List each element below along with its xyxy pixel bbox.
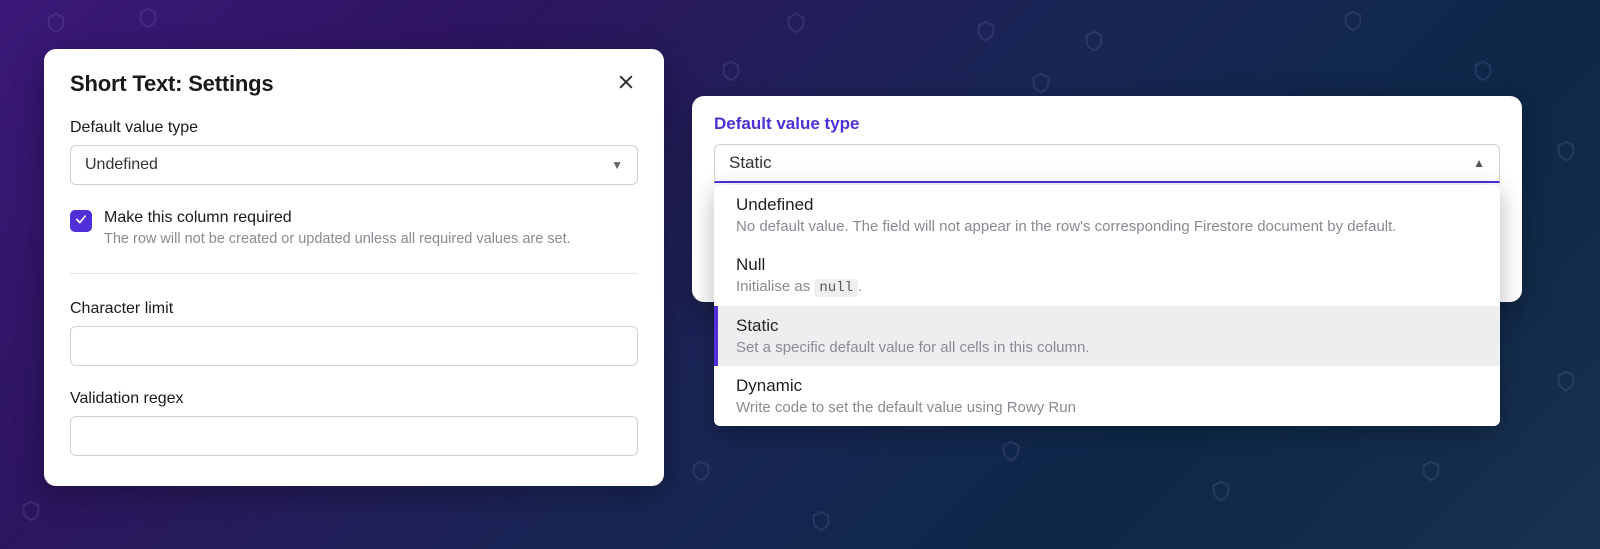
dialog-header: Short Text: Settings (70, 71, 638, 97)
validation-regex-input[interactable] (70, 416, 638, 456)
shield-icon (785, 12, 807, 34)
dropdown-option-title: Null (736, 255, 1482, 275)
dialog-title: Short Text: Settings (70, 71, 273, 97)
dropdown-menu: Undefined No default value. The field wil… (714, 185, 1500, 426)
shield-icon (1000, 440, 1022, 462)
default-value-type-label: Default value type (70, 119, 638, 137)
dropdown-option-description: Write code to set the default value usin… (736, 399, 1482, 416)
check-icon (74, 212, 88, 231)
dropdown-option-title: Dynamic (736, 376, 1482, 396)
shield-icon (1472, 60, 1494, 82)
shield-icon (810, 510, 832, 532)
shield-icon (690, 460, 712, 482)
shield-icon (720, 60, 742, 82)
character-limit-input[interactable] (70, 326, 638, 366)
dropdown-option-description: Initialise as null. (736, 278, 1482, 296)
dropdown-panel: Default value type Static ▲ Undefined No … (692, 96, 1522, 302)
shield-icon (1210, 480, 1232, 502)
dropdown-option[interactable]: Undefined No default value. The field wil… (714, 185, 1500, 245)
select-value: Undefined (85, 156, 158, 174)
validation-regex-label: Validation regex (70, 390, 638, 408)
dropdown-option-title: Undefined (736, 195, 1482, 215)
shield-icon (1342, 10, 1364, 32)
settings-dialog: Short Text: Settings Default value type … (44, 49, 664, 486)
shield-icon (1555, 370, 1577, 392)
close-button[interactable] (614, 72, 638, 96)
dropdown-option-description: No default value. The field will not app… (736, 218, 1482, 235)
required-checkbox-description: The row will not be created or updated u… (104, 231, 638, 247)
shield-icon (1420, 460, 1442, 482)
dropdown-option-title: Static (736, 316, 1482, 336)
shield-icon (137, 7, 159, 29)
required-checkbox[interactable] (70, 210, 92, 232)
default-value-type-field: Default value type Undefined ▼ (70, 119, 638, 185)
required-checkbox-text: Make this column required The row will n… (104, 209, 638, 247)
dropdown-select[interactable]: Static ▲ (714, 144, 1500, 183)
dropdown-option[interactable]: Dynamic Write code to set the default val… (714, 366, 1500, 426)
shield-icon (1083, 30, 1105, 52)
chevron-up-icon: ▲ (1473, 156, 1485, 170)
required-checkbox-row: Make this column required The row will n… (70, 209, 638, 274)
shield-icon (45, 12, 67, 34)
close-icon (616, 72, 636, 97)
shield-icon (975, 20, 997, 42)
character-limit-label: Character limit (70, 300, 638, 318)
shield-icon (20, 500, 42, 522)
dropdown-selected-value: Static (729, 153, 772, 173)
dropdown-option[interactable]: Null Initialise as null. (714, 245, 1500, 306)
dropdown-option[interactable]: Static Set a specific default value for a… (714, 306, 1500, 366)
character-limit-field: Character limit (70, 300, 638, 366)
dropdown-option-description: Set a specific default value for all cel… (736, 339, 1482, 356)
code-chip: null (814, 279, 858, 297)
dropdown-label: Default value type (714, 114, 1500, 134)
chevron-down-icon: ▼ (611, 158, 623, 172)
validation-regex-field: Validation regex (70, 390, 638, 456)
shield-icon (1555, 140, 1577, 162)
required-checkbox-label: Make this column required (104, 209, 638, 227)
shield-icon (1030, 72, 1052, 94)
default-value-type-select[interactable]: Undefined ▼ (70, 145, 638, 185)
